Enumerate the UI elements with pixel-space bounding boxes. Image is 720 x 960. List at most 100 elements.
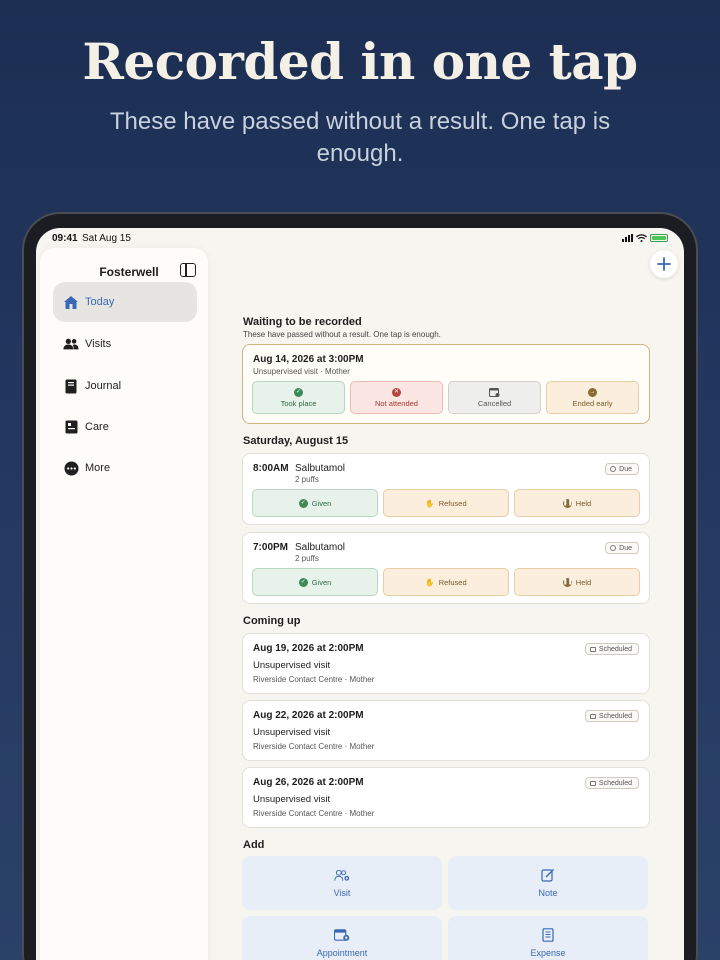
waiting-card-subtitle: Unsupervised visit · Mother (253, 367, 350, 376)
appointment-date: Aug 19, 2026 at 2:00PM (253, 643, 364, 654)
x-circle-icon: ✕ (392, 387, 401, 397)
hero-subtitle: These have passed without a result. One … (109, 108, 611, 167)
calendar-icon (589, 780, 596, 786)
sidebar-item-today[interactable]: Today (53, 282, 197, 322)
main-content: Waiting to be recorded These have passed… (218, 248, 684, 960)
check-icon: ✓ (298, 498, 308, 508)
med-dose: 2 puffs (295, 475, 319, 484)
button-label: Held (575, 498, 592, 508)
add-appointment-button[interactable]: Appointment (242, 916, 442, 960)
plus-icon (657, 257, 671, 271)
med-card: 7:00PM Salbutamol 2 puffs Due ✓ Given ✋ … (242, 532, 650, 604)
med-dose: 2 puffs (295, 554, 319, 563)
arrow-right-circle-icon: → (588, 387, 597, 397)
med-time: 7:00PM (253, 542, 289, 553)
status-badge: Due (605, 542, 639, 554)
waiting-card-date: Aug 14, 2026 at 3:00PM (253, 354, 364, 365)
button-label: Ended early (572, 398, 613, 408)
sidebar-item-label: Care (85, 421, 109, 433)
check-icon: ✓ (298, 577, 308, 587)
given-button[interactable]: ✓ Given (252, 489, 378, 517)
sidebar-item-label: Journal (85, 380, 122, 392)
button-label: Held (575, 577, 592, 587)
edit-note-icon (540, 868, 556, 882)
add-button-label: Appointment (316, 948, 368, 958)
add-plus-button[interactable] (650, 250, 678, 278)
status-badge: Scheduled (584, 777, 639, 789)
ended-early-button[interactable]: → Ended early (546, 381, 639, 414)
app-screen: 09:41 Sat Aug 15 Fosterwell Today Visits (36, 228, 684, 960)
day-title: Saturday, August 15 (243, 435, 349, 447)
hand-icon: ✋ (425, 498, 435, 508)
pause-circle-icon: ❚❚ (562, 577, 573, 587)
waiting-subtitle: These have passed without a result. One … (243, 330, 441, 339)
hero-title: Recorded in one tap (82, 32, 638, 91)
refused-button[interactable]: ✋ Refused (383, 489, 509, 517)
badge-label: Scheduled (598, 645, 632, 653)
sidebar-item-label: Visits (85, 338, 112, 350)
appointment-location: Riverside Contact Centre · Mother (253, 809, 375, 818)
sidebar-item-more[interactable]: More (53, 448, 197, 488)
wifi-icon (636, 234, 647, 242)
calendar-icon (589, 713, 596, 719)
battery-icon (650, 234, 668, 242)
button-label: Given (311, 577, 332, 587)
status-time: 09:41 (52, 233, 78, 244)
calendar-add-icon (334, 928, 350, 942)
clock-icon (610, 466, 617, 472)
ellipsis-icon (63, 460, 79, 476)
waiting-card: Aug 14, 2026 at 3:00PM Unsupervised visi… (242, 344, 650, 424)
appointment-card[interactable]: Aug 22, 2026 at 2:00PM Unsupervised visi… (242, 700, 650, 761)
appointment-location: Riverside Contact Centre · Mother (253, 675, 375, 684)
sidebar-item-journal[interactable]: Journal (53, 366, 197, 406)
appointment-card[interactable]: Aug 26, 2026 at 2:00PM Unsupervised visi… (242, 767, 650, 828)
add-visit-button[interactable]: Visit (242, 856, 442, 910)
add-note-button[interactable]: Note (448, 856, 648, 910)
med-card: 8:00AM Salbutamol 2 puffs Due ✓ Given ✋ … (242, 453, 650, 525)
add-button-label: Expense (530, 948, 566, 958)
sidebar-item-visits[interactable]: Visits (53, 324, 197, 364)
sidebar: Fosterwell Today Visits Journal Care Mor… (40, 248, 208, 960)
people-icon (63, 336, 79, 352)
button-label: Refused (438, 498, 467, 508)
add-person-icon (334, 868, 350, 882)
waiting-title: Waiting to be recorded (243, 316, 362, 328)
held-button[interactable]: ❚❚ Held (514, 568, 640, 596)
book-icon (63, 378, 79, 394)
med-time: 8:00AM (253, 463, 289, 474)
sidebar-item-label: Today (85, 296, 115, 308)
status-bar: 09:41 Sat Aug 15 (36, 228, 684, 250)
add-expense-button[interactable]: Expense (448, 916, 648, 960)
not-attended-button[interactable]: ✕ Not attended (350, 381, 443, 414)
med-name: Salbutamol (295, 542, 346, 553)
signal-icon (622, 234, 633, 242)
held-button[interactable]: ❚❚ Held (514, 489, 640, 517)
badge-label: Scheduled (598, 779, 632, 787)
badge-label: Scheduled (598, 712, 632, 720)
add-title: Add (243, 839, 265, 851)
button-label: Not attended (375, 398, 418, 408)
appointment-type: Unsupervised visit (253, 660, 331, 671)
given-button[interactable]: ✓ Given (252, 568, 378, 596)
hand-icon: ✋ (425, 577, 435, 587)
calendar-cancel-icon (489, 388, 500, 397)
status-badge: Scheduled (584, 643, 639, 655)
care-card-icon (63, 419, 79, 435)
took-place-button[interactable]: ✓ Took place (252, 381, 345, 414)
appointment-date: Aug 22, 2026 at 2:00PM (253, 710, 364, 721)
clock-icon (610, 545, 617, 551)
add-button-label: Visit (333, 888, 351, 898)
badge-label: Due (619, 465, 632, 473)
appointment-type: Unsupervised visit (253, 727, 331, 738)
sidebar-item-care[interactable]: Care (53, 407, 197, 447)
receipt-icon (540, 928, 556, 942)
appointment-type: Unsupervised visit (253, 794, 331, 805)
button-label: Took place (280, 398, 317, 408)
appointment-card[interactable]: Aug 19, 2026 at 2:00PM Unsupervised visi… (242, 633, 650, 694)
med-name: Salbutamol (295, 463, 346, 474)
sidebar-toggle-icon[interactable] (180, 263, 196, 277)
status-badge: Due (605, 463, 639, 475)
refused-button[interactable]: ✋ Refused (383, 568, 509, 596)
button-label: Refused (438, 577, 467, 587)
cancelled-button[interactable]: Cancelled (448, 381, 541, 414)
